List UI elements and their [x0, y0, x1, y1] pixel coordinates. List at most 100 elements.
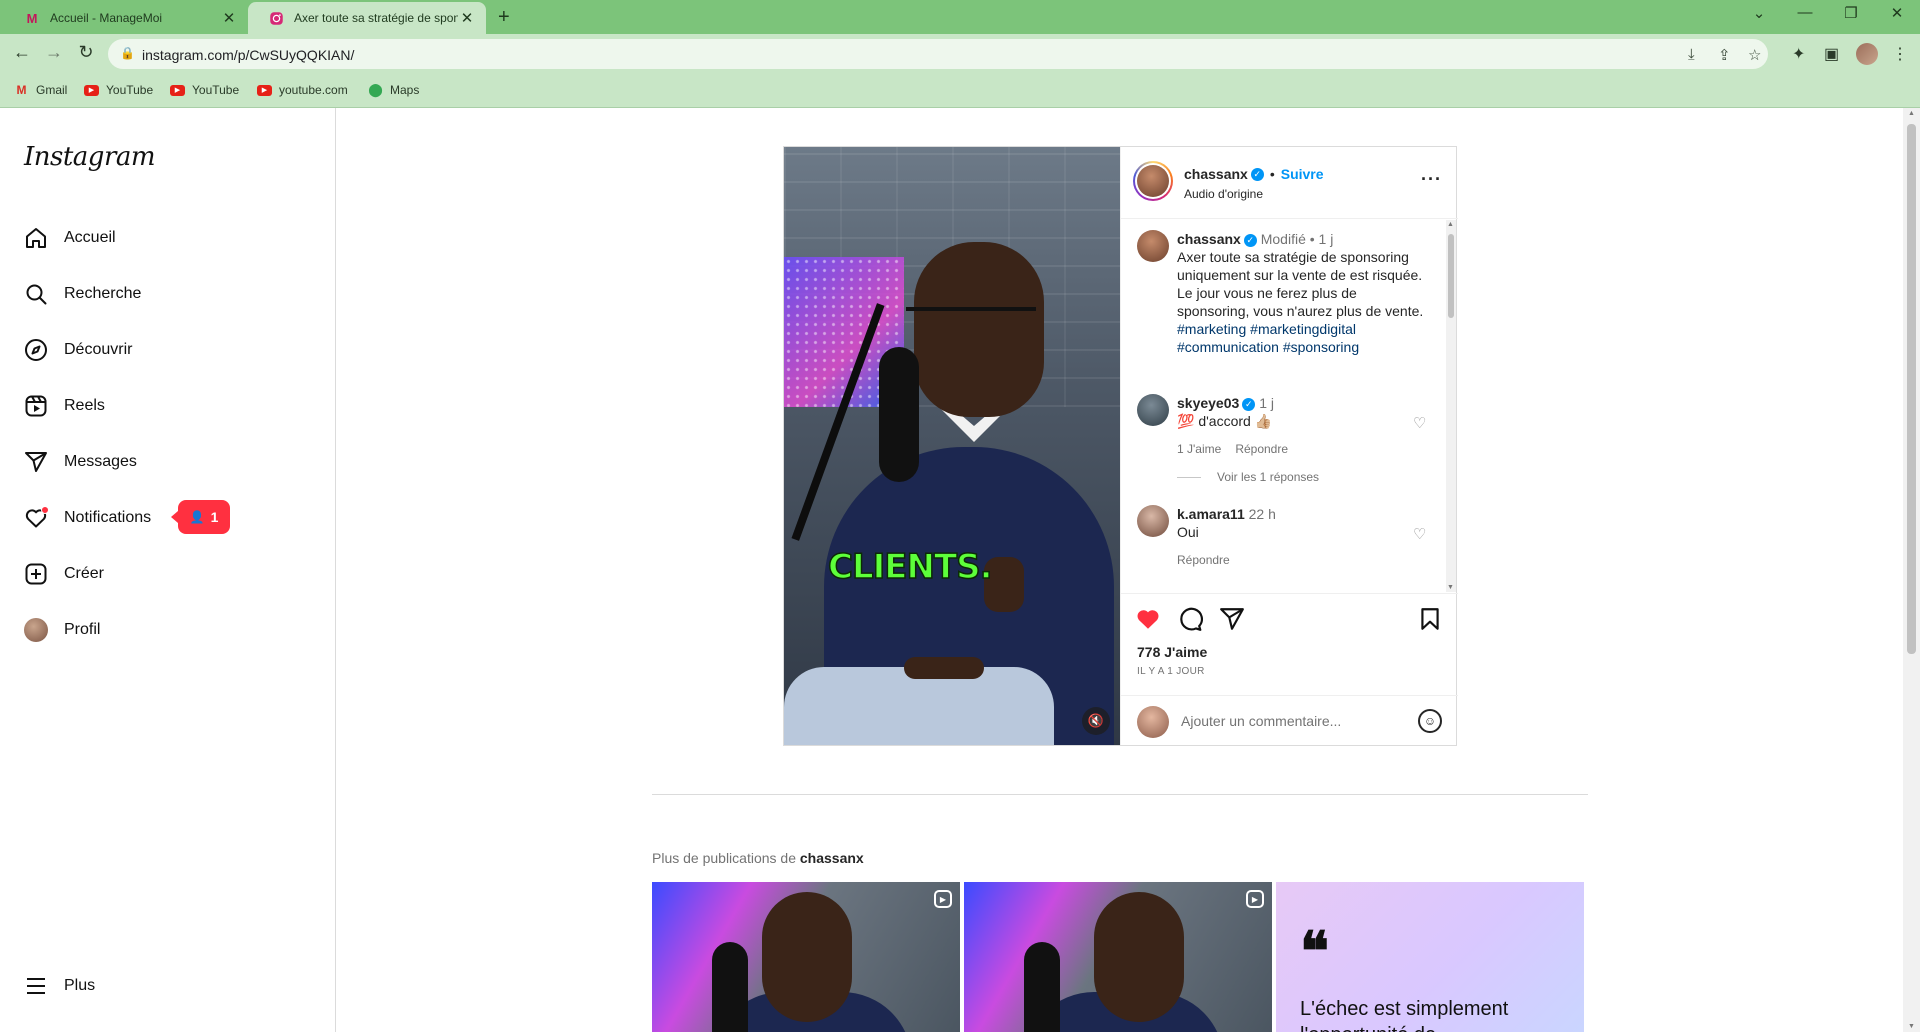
section-divider	[652, 794, 1588, 795]
more-posts-username[interactable]: chassanx	[800, 850, 864, 866]
liked-heart-icon[interactable]	[1135, 606, 1161, 632]
tab-search-icon[interactable]: ⌄	[1736, 4, 1782, 22]
follow-button[interactable]: Suivre	[1281, 166, 1324, 182]
maximize-button[interactable]: ❐	[1828, 4, 1874, 22]
comment: skyeye03 ✓ 1 j 💯 d'accord 👍🏼	[1177, 394, 1397, 430]
commenter-avatar[interactable]	[1137, 505, 1169, 537]
nav-decouvrir[interactable]: Découvrir	[24, 330, 132, 370]
audio-link[interactable]: Audio d'origine	[1184, 187, 1263, 201]
comments-scroll-thumb[interactable]	[1448, 234, 1454, 318]
bookmark-star-icon[interactable]: ☆	[1748, 46, 1761, 64]
close-window-button[interactable]: ✕	[1874, 4, 1920, 22]
notification-count: 1	[210, 509, 219, 525]
nav-label: Créer	[64, 565, 105, 582]
page-scroll-thumb[interactable]	[1907, 124, 1916, 654]
reel-icon: ▶	[934, 890, 952, 908]
likes-count[interactable]: 778 J'aime	[1137, 644, 1207, 660]
url-text[interactable]: instagram.com/p/CwSUyQQKIAN/	[142, 47, 354, 63]
managemoi-favicon-icon: M	[26, 10, 38, 26]
video-microphone	[879, 347, 919, 482]
browser-profile-avatar[interactable]	[1856, 43, 1878, 65]
nav-messages[interactable]: Messages	[24, 442, 137, 482]
notification-tooltip-badge[interactable]: 👤 1	[171, 500, 230, 534]
comment-input[interactable]	[1181, 710, 1401, 732]
post-video[interactable]: CLIENTS. 🔇	[784, 147, 1120, 745]
comment-bubble-icon[interactable]	[1177, 606, 1203, 632]
hashtag-link[interactable]: #sponsoring	[1283, 339, 1359, 355]
comment-username[interactable]: k.amara11	[1177, 506, 1245, 522]
reply-button[interactable]: Répondre	[1235, 442, 1288, 456]
verified-badge-icon: ✓	[1250, 167, 1264, 181]
author-username[interactable]: chassanx	[1184, 166, 1248, 182]
tab-managemoi[interactable]: M Accueil - ManageMoi ✕	[4, 2, 248, 34]
instagram-logo[interactable]: Instagram	[24, 142, 156, 172]
bookmark-youtube-1[interactable]: ▶ YouTube	[84, 83, 153, 97]
grid-post[interactable]: ❝ L'échec est simplement l'opportunité d…	[1276, 882, 1584, 1032]
address-bar[interactable]: 🔒 instagram.com/p/CwSUyQQKIAN/ ⤓ ⇪ ☆	[108, 39, 1768, 69]
view-replies-button[interactable]: Voir les 1 réponses	[1177, 470, 1319, 484]
nav-creer[interactable]: Créer	[24, 554, 104, 594]
more-options-icon[interactable]: ···	[1421, 169, 1442, 190]
hashtag-link[interactable]: #marketingdigital	[1250, 321, 1356, 337]
youtube-icon: ▶	[84, 84, 99, 96]
bookmark-youtube-2[interactable]: ▶ YouTube	[170, 83, 239, 97]
post-author-line: chassanx ✓ • Suivre	[1184, 166, 1324, 182]
lock-icon[interactable]: 🔒	[120, 46, 135, 60]
caption-author-avatar[interactable]	[1137, 230, 1169, 262]
menu-kebab-icon[interactable]: ⋮	[1892, 44, 1908, 64]
like-comment-heart-icon[interactable]: ♡	[1413, 414, 1426, 432]
thumbnail-person-head	[1094, 892, 1184, 1022]
save-bookmark-icon[interactable]	[1417, 606, 1443, 632]
side-panel-icon[interactable]: ▣	[1824, 44, 1839, 64]
muted-speaker-icon[interactable]: 🔇	[1082, 707, 1110, 735]
bookmark-label: YouTube	[106, 83, 154, 97]
bookmark-youtube-com[interactable]: ▶ youtube.com	[257, 83, 348, 97]
bookmark-maps[interactable]: ⬤ Maps	[368, 82, 419, 97]
grid-post[interactable]: ▶	[652, 882, 960, 1032]
emoji-picker-icon[interactable]: ☺	[1418, 709, 1442, 733]
back-arrow-icon[interactable]: ←	[10, 42, 34, 63]
nav-accueil[interactable]: Accueil	[24, 218, 116, 258]
grid-post[interactable]: ▶	[964, 882, 1272, 1032]
reply-button[interactable]: Répondre	[1177, 553, 1230, 567]
nav-notifications[interactable]: Notifications	[24, 498, 151, 538]
install-app-icon[interactable]: ⤓	[1688, 46, 1695, 63]
page-scrollbar[interactable]: ▲ ▼	[1903, 108, 1920, 1032]
caption-username[interactable]: chassanx	[1177, 231, 1241, 247]
commenter-avatar[interactable]	[1137, 394, 1169, 426]
nav-profil[interactable]: Profil	[24, 610, 100, 650]
comment-likes[interactable]: 1 J'aime	[1177, 442, 1221, 456]
close-tab-icon[interactable]: ✕	[458, 9, 476, 27]
nav-recherche[interactable]: Recherche	[24, 274, 141, 314]
author-avatar[interactable]	[1133, 161, 1173, 201]
scroll-up-arrow-icon[interactable]: ▲	[1908, 110, 1915, 117]
tab-title: Axer toute sa stratégie de sponsor	[294, 11, 458, 25]
comment-time: 22 h	[1248, 506, 1276, 522]
like-comment-heart-icon[interactable]: ♡	[1413, 525, 1426, 543]
forward-arrow-icon[interactable]: →	[42, 42, 66, 63]
comments-scrollbar[interactable]: ▲ ▼	[1446, 220, 1456, 592]
share-send-icon[interactable]	[1219, 606, 1245, 632]
hashtag-link[interactable]: #communication	[1177, 339, 1279, 355]
quote-mark-icon: ❝	[1300, 919, 1330, 983]
bookmark-gmail[interactable]: M Gmail	[14, 83, 68, 97]
instagram-icon	[268, 10, 284, 26]
comment-username[interactable]: skyeye03	[1177, 395, 1239, 411]
post-date[interactable]: IL Y A 1 JOUR	[1137, 666, 1205, 677]
minimize-button[interactable]: —	[1782, 4, 1828, 21]
extensions-puzzle-icon[interactable]: ✦	[1792, 44, 1805, 64]
tab-instagram-post[interactable]: Axer toute sa stratégie de sponsor ✕	[248, 2, 486, 34]
reload-icon[interactable]: ↻	[74, 42, 98, 63]
scroll-down-arrow-icon[interactable]: ▼	[1447, 584, 1454, 591]
hashtag-link[interactable]: #marketing	[1177, 321, 1246, 337]
share-icon[interactable]: ⇪	[1718, 46, 1731, 64]
post-card: CLIENTS. 🔇 chassanx ✓ • Suivre Audio d'o…	[783, 146, 1458, 746]
nav-plus[interactable]: Plus	[24, 966, 95, 1006]
scroll-down-arrow-icon[interactable]: ▼	[1908, 1023, 1915, 1030]
scroll-up-arrow-icon[interactable]: ▲	[1447, 221, 1454, 228]
nav-reels[interactable]: Reels	[24, 386, 105, 426]
instagram-sidebar: Instagram Accueil Recherche Découvrir Re…	[0, 108, 336, 1032]
new-tab-button[interactable]: +	[498, 6, 510, 29]
close-tab-icon[interactable]: ✕	[220, 9, 238, 27]
home-icon	[24, 226, 48, 250]
